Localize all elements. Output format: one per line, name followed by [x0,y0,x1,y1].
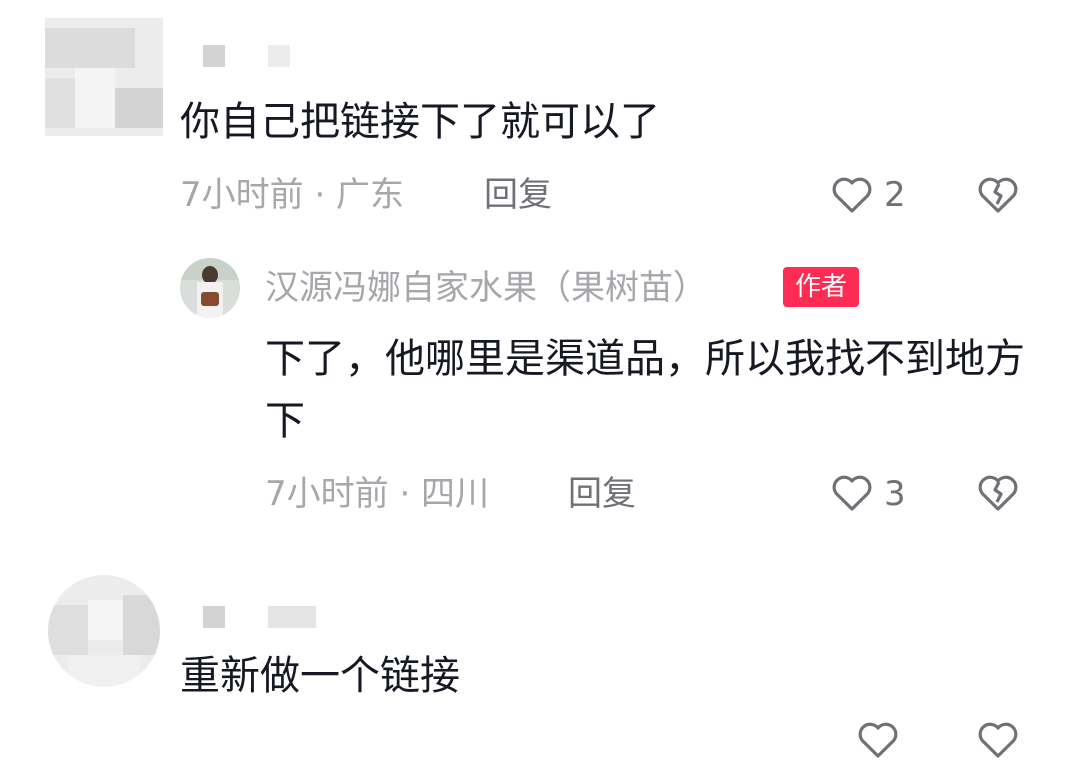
heart-outline-icon[interactable] [828,468,876,516]
comment-text: 你自己把链接下了就可以了 [180,99,660,145]
author-avatar[interactable] [180,258,240,318]
user-avatar[interactable] [48,575,160,687]
user-avatar[interactable] [45,18,163,136]
like-count: 3 [884,474,906,514]
broken-heart-icon[interactable] [974,468,1022,516]
author-badge: 作者 [783,267,860,307]
heart-outline-icon[interactable] [828,170,876,218]
reply-meta: 7小时前 · 四川 [265,474,490,514]
username-redacted [203,45,225,67]
username-redacted [268,45,290,67]
username-redacted [268,606,316,628]
heart-outline-icon[interactable] [854,715,902,763]
like-count: 2 [884,175,906,215]
reply-text: 下了，他哪里是渠道品，所以我找不到地方下 [265,336,1025,444]
broken-heart-icon[interactable] [974,170,1022,218]
comment-text: 重新做一个链接 [180,653,460,699]
broken-heart-icon[interactable] [974,715,1022,763]
reply-button[interactable]: 回复 [568,474,636,514]
comment-meta: 7小时前 · 广东 [180,175,405,215]
author-username[interactable]: 汉源冯娜自家水果（果树苗） [265,268,707,308]
reply-button[interactable]: 回复 [484,175,552,215]
username-redacted [203,606,225,628]
